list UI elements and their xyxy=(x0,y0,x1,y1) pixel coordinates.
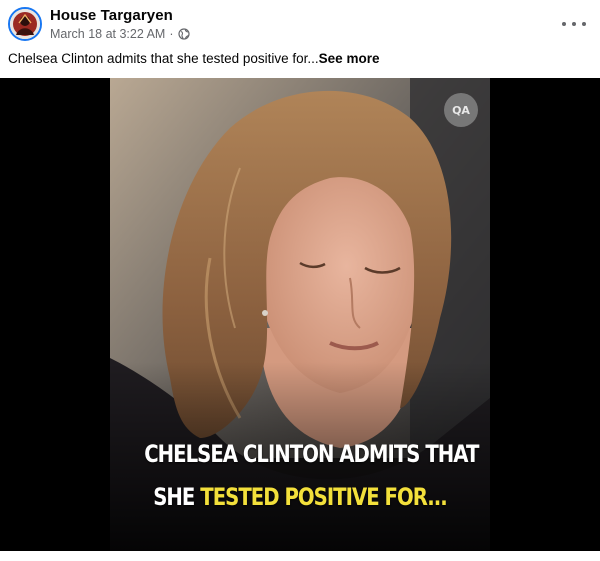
headline-line-1: CHELSEA CLINTON ADMITS THAT xyxy=(144,440,479,468)
post-header: House Targaryen March 18 at 3:22 AM · xyxy=(0,0,600,48)
page-name[interactable]: House Targaryen xyxy=(50,7,173,24)
see-more-link[interactable]: See more xyxy=(319,51,380,66)
post-timestamp[interactable]: March 18 at 3:22 AM xyxy=(50,27,165,41)
post-meta: March 18 at 3:22 AM · xyxy=(50,27,190,41)
avatar-image xyxy=(10,9,40,39)
post-photo[interactable]: QA CHELSEA CLINTON ADMITS THAT SHE TESTE… xyxy=(110,78,490,551)
watermark-logo: QA xyxy=(444,93,478,127)
meta-separator: · xyxy=(169,27,174,41)
facebook-post: House Targaryen March 18 at 3:22 AM · Ch… xyxy=(0,0,600,561)
more-horizontal-icon[interactable] xyxy=(562,14,586,34)
post-media[interactable]: QA CHELSEA CLINTON ADMITS THAT SHE TESTE… xyxy=(0,78,600,551)
post-footer-spacer xyxy=(0,551,600,561)
headline-highlight: TESTED POSITIVE FOR... xyxy=(200,483,447,511)
globe-icon[interactable] xyxy=(177,28,190,40)
page-avatar[interactable] xyxy=(8,7,42,41)
post-caption: Chelsea Clinton admits that she tested p… xyxy=(8,51,379,66)
photo-illustration xyxy=(110,78,490,551)
headline-line-2-prefix: SHE xyxy=(153,483,201,511)
headline-line-2: SHE TESTED POSITIVE FOR... xyxy=(144,483,456,511)
caption-text: Chelsea Clinton admits that she tested p… xyxy=(8,51,319,66)
